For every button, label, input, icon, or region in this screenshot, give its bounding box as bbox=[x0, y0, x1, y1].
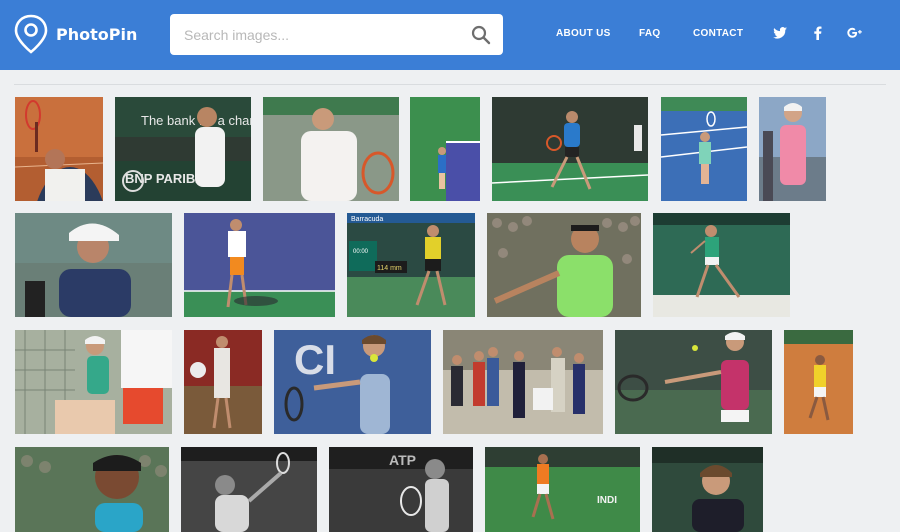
photo-tile[interactable] bbox=[615, 330, 772, 434]
photo-tile[interactable] bbox=[661, 97, 747, 201]
tennis-photo bbox=[15, 100, 103, 201]
nav-about-us[interactable]: ABOUT US bbox=[556, 28, 611, 39]
photo-tile[interactable] bbox=[15, 213, 172, 317]
tennis-photo bbox=[184, 213, 335, 317]
photo-tile[interactable] bbox=[410, 97, 480, 201]
tennis-photo bbox=[784, 330, 853, 434]
photo-tile[interactable]: The bank for a chan BNP PARIBAS bbox=[115, 97, 251, 201]
svg-text:ATP: ATP bbox=[389, 452, 416, 468]
divider bbox=[14, 84, 886, 85]
search-input[interactable] bbox=[170, 14, 450, 55]
photo-tile[interactable] bbox=[784, 330, 853, 434]
nav-faq[interactable]: FAQ bbox=[639, 28, 660, 39]
tennis-photo bbox=[615, 330, 772, 434]
photo-tile[interactable] bbox=[263, 97, 399, 201]
tennis-photo bbox=[184, 330, 262, 434]
tennis-photo: CI bbox=[274, 330, 431, 434]
svg-text:CI: CI bbox=[294, 336, 336, 383]
tennis-photo bbox=[487, 213, 641, 317]
photo-tile[interactable] bbox=[15, 330, 172, 434]
logo-text: PhotoPin bbox=[56, 24, 138, 44]
tennis-photo: INDI bbox=[485, 447, 640, 532]
photo-tile[interactable] bbox=[653, 213, 790, 317]
photo-tile[interactable] bbox=[184, 330, 262, 434]
tennis-photo: The bank for a chan BNP PARIBAS bbox=[115, 97, 251, 201]
search-icon[interactable] bbox=[471, 25, 491, 45]
search-box bbox=[170, 14, 503, 55]
svg-text:INDI: INDI bbox=[597, 495, 617, 506]
svg-text:Barracuda: Barracuda bbox=[351, 216, 383, 223]
twitter-icon[interactable] bbox=[772, 25, 788, 41]
photo-tile[interactable] bbox=[652, 447, 763, 532]
tennis-photo bbox=[661, 97, 747, 201]
photo-tile[interactable] bbox=[759, 97, 826, 201]
tennis-photo bbox=[492, 97, 648, 201]
tennis-photo bbox=[15, 447, 169, 532]
logo[interactable]: PhotoPin bbox=[14, 14, 137, 54]
tennis-photo: Barracuda 00:00 114 mm bbox=[347, 213, 475, 317]
svg-text:00:00: 00:00 bbox=[353, 249, 369, 255]
photo-tile[interactable]: Barracuda 00:00 114 mm bbox=[347, 213, 475, 317]
tennis-photo bbox=[653, 213, 790, 317]
photo-tile[interactable] bbox=[492, 97, 648, 201]
photo-tile[interactable] bbox=[181, 447, 317, 532]
site-header: PhotoPin ABOUT US FAQ CONTACT bbox=[0, 0, 900, 70]
photo-tile[interactable] bbox=[184, 213, 335, 317]
photo-tile[interactable]: INDI bbox=[485, 447, 640, 532]
photo-tile[interactable] bbox=[487, 213, 641, 317]
tennis-photo: ATP bbox=[329, 447, 473, 532]
google-plus-icon[interactable] bbox=[847, 25, 863, 41]
tennis-photo bbox=[263, 97, 399, 201]
tennis-photo bbox=[438, 141, 480, 201]
tennis-photo bbox=[759, 103, 826, 201]
tennis-photo bbox=[652, 447, 763, 532]
banner-text: The bank for a chan bbox=[141, 113, 251, 128]
tennis-photo bbox=[443, 330, 603, 434]
tennis-photo bbox=[181, 447, 317, 532]
map-pin-icon bbox=[14, 14, 48, 54]
photo-tile[interactable] bbox=[15, 447, 169, 532]
facebook-icon[interactable] bbox=[810, 25, 826, 41]
tennis-photo bbox=[15, 330, 172, 434]
photo-tile[interactable]: CI bbox=[274, 330, 431, 434]
photo-tile[interactable]: ATP bbox=[329, 447, 473, 532]
nav-contact[interactable]: CONTACT bbox=[693, 28, 743, 39]
photo-tile[interactable] bbox=[15, 97, 103, 201]
photo-tile[interactable] bbox=[443, 330, 603, 434]
tennis-photo bbox=[15, 213, 172, 317]
svg-text:114 mm: 114 mm bbox=[377, 265, 402, 272]
